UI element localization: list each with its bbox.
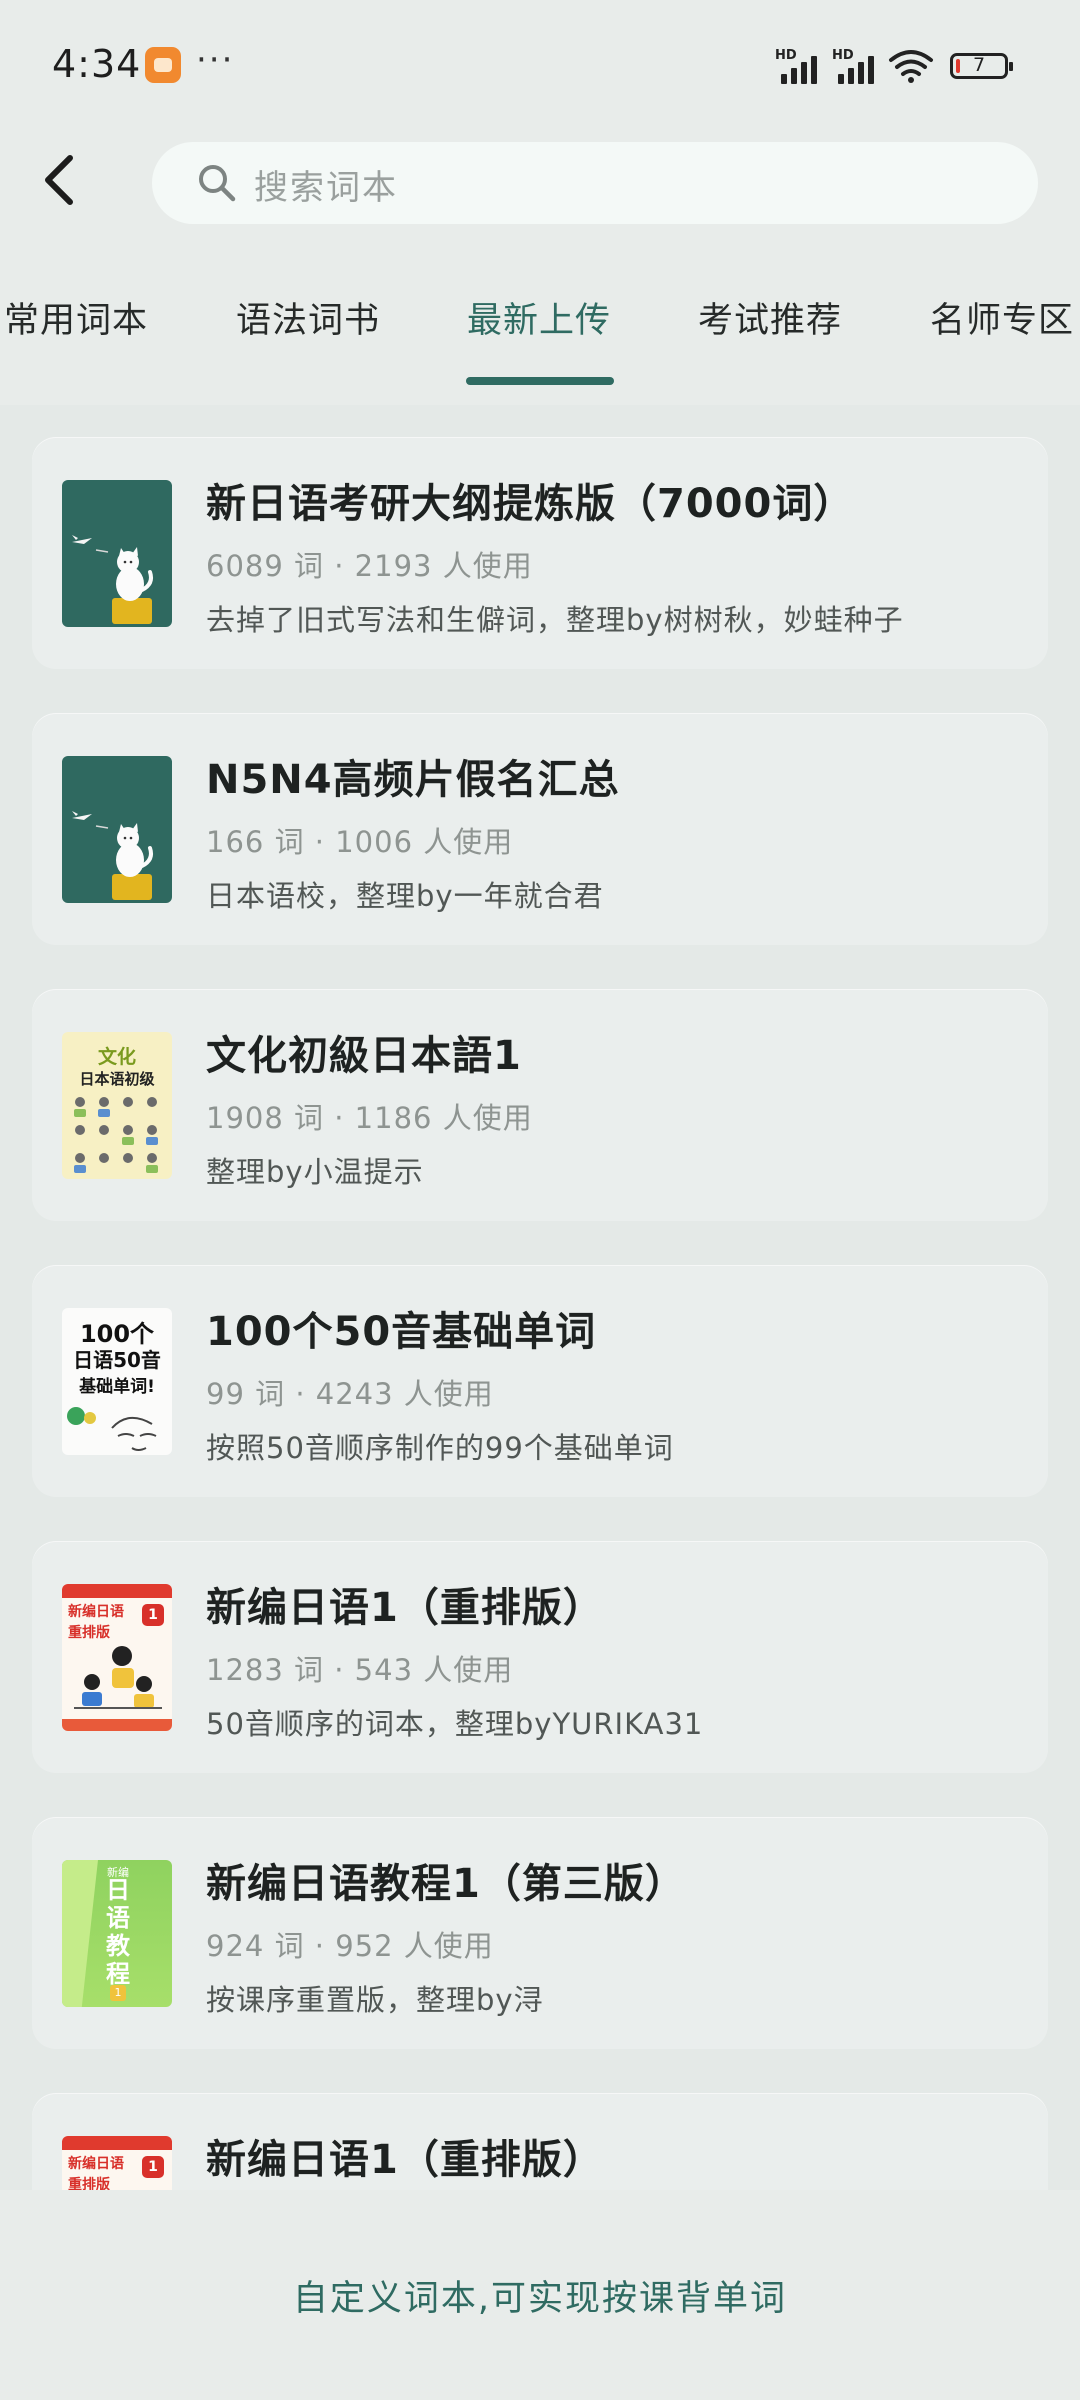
cover-volume-badge: 1 <box>142 1604 164 1626</box>
cover-subtitle: 日语50音 <box>73 1348 161 1372</box>
custom-wordbook-link[interactable]: 自定义词本,可实现按课背单词 <box>0 2270 1080 2321</box>
status-bar: 4:34 ··· HD HD 7 <box>0 0 1080 130</box>
book-title: 新编日语教程1（第三版） <box>206 1861 686 1907</box>
book-stats: 166 词 · 1006 人使用 <box>206 825 514 859</box>
category-tabs: 常用词本 语法词书 最新上传 考试推荐 名师专区 <box>0 260 1080 390</box>
book-card[interactable]: 新日语考研大纲提炼版（7000词） 6089 词 · 2193 人使用 去掉了旧… <box>32 437 1048 669</box>
cover-illustration-icon <box>74 1646 162 1709</box>
cover-subtitle: 重排版 <box>68 2177 110 2190</box>
book-stats: 99 词 · 4243 人使用 <box>206 1377 494 1411</box>
cover-illustration-icon <box>67 1407 157 1451</box>
book-stats: 6089 词 · 2193 人使用 <box>206 549 533 583</box>
status-time: 4:34 <box>52 42 142 86</box>
cover-illustration-icon <box>74 1097 158 1173</box>
book-stats: 1283 词 · 543 人使用 <box>206 1653 514 1687</box>
book-title: 新日语考研大纲提炼版（7000词） <box>206 481 855 527</box>
cover-subtitle: 重排版 <box>68 1625 110 1641</box>
book-description: 按课序重置版，整理by浔 <box>206 1983 544 2017</box>
book-description: 日本语校，整理by一年就合君 <box>206 879 604 913</box>
book-title: N5N4高频片假名汇总 <box>206 757 620 803</box>
active-tab-indicator <box>466 377 614 385</box>
cover-subtitle-2: 基础单词! <box>79 1377 155 1397</box>
book-card[interactable]: 新编 日语教程 1 新编日语教程1（第三版） 924 词 · 952 人使用 按… <box>32 1817 1048 2049</box>
more-notifications-icon: ··· <box>196 40 235 80</box>
signal-strength-icon: HD <box>775 48 825 84</box>
cover-title: 新编日语 <box>68 2156 124 2172</box>
book-cover-image: 文化 日本语初级 <box>62 1032 172 1179</box>
search-input[interactable]: 搜索词本 <box>152 142 1038 224</box>
wifi-icon <box>889 50 933 83</box>
cover-volume-badge: 1 <box>142 2156 164 2178</box>
signal-strength-icon-2: HD <box>832 48 882 84</box>
book-cover-image <box>62 756 172 903</box>
back-button[interactable] <box>30 148 94 212</box>
book-title: 新编日语1（重排版） <box>206 1585 604 1631</box>
bottom-bar: 自定义词本,可实现按课背单词 <box>0 2190 1080 2400</box>
book-title: 新编日语1（重排版） <box>206 2137 604 2183</box>
cover-title: 日语教程 <box>106 1876 130 1988</box>
book-cover-image: 新编 日语教程 1 <box>62 1860 172 2007</box>
header-area: 4:34 ··· HD HD 7 搜索词本 常用词本 语法词书 最新上传 考试推… <box>0 0 1080 405</box>
tab-latest-uploads[interactable]: 最新上传 <box>467 292 611 343</box>
book-cover-image: 新编日语 重排版 1 <box>62 1584 172 1731</box>
book-title: 文化初級日本語1 <box>206 1033 522 1079</box>
cover-title: 新编日语 <box>68 1604 124 1620</box>
book-cover-image <box>62 480 172 627</box>
book-cover-image: 新编日语 重排版 1 <box>62 2136 172 2190</box>
tab-exam-recommend[interactable]: 考试推荐 <box>698 292 842 343</box>
book-title: 100个50音基础单词 <box>206 1309 597 1355</box>
book-stats: 924 词 · 952 人使用 <box>206 1929 494 1963</box>
tab-famous-teachers[interactable]: 名师专区 <box>930 292 1074 343</box>
book-card[interactable]: N5N4高频片假名汇总 166 词 · 1006 人使用 日本语校，整理by一年… <box>32 713 1048 945</box>
cover-title: 文化 <box>97 1046 136 1068</box>
book-card[interactable]: 新编日语 重排版 1 新编日语1（重排版） 1283 词 · 543 人使用 5… <box>32 1541 1048 1773</box>
battery-level: 7 <box>972 54 986 76</box>
tab-grammar-books[interactable]: 语法词书 <box>236 292 380 343</box>
cat-illustration-icon <box>72 811 153 900</box>
notification-app-icon <box>145 47 181 83</box>
book-card[interactable]: 新编日语 重排版 1 新编日语1（重排版） <box>32 2093 1048 2190</box>
book-card[interactable]: 文化 日本语初级 文化初級日本語1 1908 词 · 1186 人使用 整理by… <box>32 989 1048 1221</box>
book-card[interactable]: 100个 日语50音 基础单词! 100个50音基础单词 99 词 · 4243… <box>32 1265 1048 1497</box>
book-cover-image: 100个 日语50音 基础单词! <box>62 1308 172 1455</box>
battery-icon: 7 <box>950 53 1013 79</box>
cover-subtitle: 日本语初级 <box>79 1070 155 1088</box>
search-icon <box>199 165 236 202</box>
cover-volume-badge: 1 <box>110 1985 126 2001</box>
book-description: 50音顺序的词本，整理byYURIKA31 <box>206 1707 704 1741</box>
book-stats: 1908 词 · 1186 人使用 <box>206 1101 533 1135</box>
book-description: 整理by小温提示 <box>206 1155 424 1189</box>
book-description: 去掉了旧式写法和生僻词，整理by树树秋，妙蛙种子 <box>206 603 904 637</box>
tab-common-books[interactable]: 常用词本 <box>4 292 148 343</box>
book-description: 按照50音顺序制作的99个基础单词 <box>206 1431 674 1465</box>
search-placeholder: 搜索词本 <box>254 168 398 208</box>
book-list: 新日语考研大纲提炼版（7000词） 6089 词 · 2193 人使用 去掉了旧… <box>0 405 1080 2190</box>
cat-illustration-icon <box>72 535 153 624</box>
